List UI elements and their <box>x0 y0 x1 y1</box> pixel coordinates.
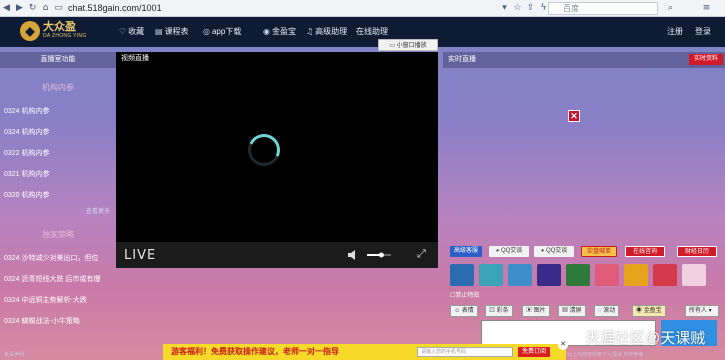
browser-toolbar: ◀ ▶ ↻ ⌂ ▭ chat.518gain.com/1001 ▾ ☆ ⇪ ϟ … <box>0 0 725 17</box>
search-input[interactable]: 百度 <box>548 2 658 15</box>
left-sidebar: 直播室功能 机构内参 0324 机构内参 0324 机构内参 0322 机构内参… <box>0 52 116 360</box>
finance-calendar-button[interactable]: 财经日历 <box>677 246 717 257</box>
list-item[interactable]: 0324 机构内参 <box>0 101 116 122</box>
broken-image-icon: ✕ <box>568 110 580 122</box>
nav-online-assistant[interactable]: 在线助理 <box>356 26 388 37</box>
address-bar[interactable]: chat.518gain.com/1001 <box>68 3 446 13</box>
list-item[interactable]: 0322 机构内参 <box>0 143 116 164</box>
coin-icon: ◉ <box>263 27 270 36</box>
smile-icon: ☺ <box>454 308 462 314</box>
register-link[interactable]: 注册 <box>667 26 683 37</box>
nav-schedule[interactable]: ▤ 课程表 <box>155 26 189 37</box>
section-title-strategy: 独家策略 <box>42 230 74 239</box>
logo-subname: DA ZHONG YING <box>43 33 87 39</box>
chat-header: 实时直播 <box>443 52 725 68</box>
section-title-reports: 机构内参 <box>42 83 74 92</box>
nav-senior-assistant[interactable]: ♫ 高级助理 <box>306 26 347 37</box>
effect-sailboat-icon[interactable] <box>508 264 532 286</box>
effect-rocket-icon[interactable] <box>450 264 474 286</box>
list-item[interactable]: 0321 机构内参 <box>0 164 116 185</box>
effect-gold-icon[interactable] <box>624 264 648 286</box>
promo-banner: 游客福利！免费获取操作建议，老师一对一指导 请输入您的手机号码 免费订阅 <box>163 344 566 360</box>
volume-knob <box>378 252 384 258</box>
share-icon[interactable]: ⇪ <box>524 3 537 13</box>
image-button[interactable]: ▣ 图片 <box>522 305 550 317</box>
view-more-link[interactable]: 查看更多 <box>0 206 116 215</box>
app-icon: ◎ <box>203 27 210 36</box>
live-label: LIVE <box>124 247 157 263</box>
logo-icon: ◆ <box>20 21 40 41</box>
list-item[interactable]: 0324 蝴蝶战法-小牛策略 <box>0 311 116 332</box>
nav-favorite[interactable]: ♡ 收藏 <box>119 26 144 37</box>
coin-icon: ◉ <box>636 308 644 314</box>
ban-effects-toggle[interactable]: ☐禁止特效 <box>450 290 479 299</box>
home-icon[interactable]: ⌂ <box>39 3 52 13</box>
favorite-icon[interactable]: ☆ <box>511 3 524 13</box>
phone-input[interactable]: 请输入您的手机号码 <box>417 347 513 357</box>
search-icon[interactable]: ⌕ <box>664 3 677 13</box>
list-item[interactable]: 0324 中远铜主势解析-大跌 <box>0 290 116 311</box>
list-item[interactable]: 0320 机构内参 <box>0 185 116 206</box>
clear-screen-button[interactable]: ▦ 清屏 <box>558 305 586 317</box>
nav-jinyingbao[interactable]: ◉ 金盈宝 <box>263 26 296 37</box>
live-order-button[interactable]: 实盘喊单 <box>581 246 617 257</box>
disclaimer-link[interactable]: 免责声明 <box>4 351 24 358</box>
senior-service-button[interactable]: 高级客服 <box>450 246 482 257</box>
realtime-data-tab[interactable]: 实时资料 <box>689 54 723 65</box>
logo-name: 大众盈 <box>43 21 76 33</box>
speaker-icon <box>348 250 355 260</box>
qq-chat-button-2[interactable]: ◕ QQ交谈 <box>534 246 574 257</box>
forward-icon[interactable]: ▶ <box>13 3 26 13</box>
recipient-select[interactable]: 所有人 ▾ <box>685 305 719 317</box>
site-logo[interactable]: ◆ 大众盈 DA ZHONG YING <box>20 21 87 41</box>
calendar-icon: ▤ <box>155 27 163 36</box>
promo-text: 游客福利！免费获取操作建议，老师一对一指导 <box>171 347 339 356</box>
effect-rose-icon[interactable] <box>595 264 619 286</box>
effect-dolphin-icon[interactable] <box>479 264 503 286</box>
effect-heart-icon[interactable] <box>682 264 706 286</box>
refresh-icon[interactable]: ↻ <box>26 3 39 13</box>
effect-flag-icon[interactable] <box>653 264 677 286</box>
popout-button[interactable]: ▭ 小窗口播放 <box>378 39 438 51</box>
menu-icon[interactable]: ≡ <box>700 3 713 13</box>
site-header: ◆ 大众盈 DA ZHONG YING ♡ 收藏 ▤ 课程表 ◎ app下载 ◉ 金盈宝… <box>0 17 725 47</box>
popout-icon: ▭ <box>389 43 397 49</box>
effect-fireworks-icon[interactable] <box>537 264 561 286</box>
video-player[interactable]: 视频直播 LIVE <box>116 52 438 268</box>
chat-panel: 实时直播 实时资料 ✕ 高级客服 ◕ QQ交谈 ◕ QQ交谈 实盘喊单 在线咨询… <box>443 52 725 360</box>
video-title: 视频直播 <box>121 55 149 62</box>
color-bar-button[interactable]: ▥ 彩条 <box>485 305 513 317</box>
qq-chat-button-1[interactable]: ◕ QQ交谈 <box>489 246 529 257</box>
list-item[interactable]: 0324 沙特减少对美出口，但位 <box>0 248 116 269</box>
effect-tree-icon[interactable] <box>566 264 590 286</box>
online-consult-button[interactable]: 在线咨询 <box>625 246 665 257</box>
trash-icon: ▦ <box>562 308 570 314</box>
subscribe-button[interactable]: 免费订阅 <box>518 347 550 357</box>
footer-note: 以上内容仅代表个人观点 只作参考 <box>567 352 644 358</box>
emoji-button[interactable]: ☺ 表情 <box>450 305 478 317</box>
headset-icon: ♫ <box>306 27 314 36</box>
heart-icon: ♡ <box>119 27 127 36</box>
image-icon: ▣ <box>526 308 534 314</box>
list-item[interactable]: 0324 沥青短线大跌 后市或有爆 <box>0 269 116 290</box>
palette-icon: ▥ <box>489 308 497 314</box>
fullscreen-icon[interactable]: ⤢ <box>417 247 426 261</box>
watermark: 天涯社区@天课贼 <box>585 330 706 347</box>
scroll-button[interactable]: ◌ 滚动 <box>594 305 620 317</box>
nav-app-download[interactable]: ◎ app下载 <box>203 26 241 37</box>
list-item[interactable]: 0324 机构内参 <box>0 122 116 143</box>
back-icon[interactable]: ◀ <box>0 3 13 13</box>
jinyingbao-button[interactable]: ◉ 金盈宝 <box>632 305 666 317</box>
page-icon: ▭ <box>54 3 63 13</box>
promo-close-icon[interactable]: ✕ <box>558 340 568 350</box>
sidebar-header: 直播室功能 <box>0 52 116 68</box>
volume-control[interactable] <box>348 250 392 260</box>
dropdown-icon[interactable]: ▾ <box>498 3 511 13</box>
login-link[interactable]: 登录 <box>695 26 711 37</box>
